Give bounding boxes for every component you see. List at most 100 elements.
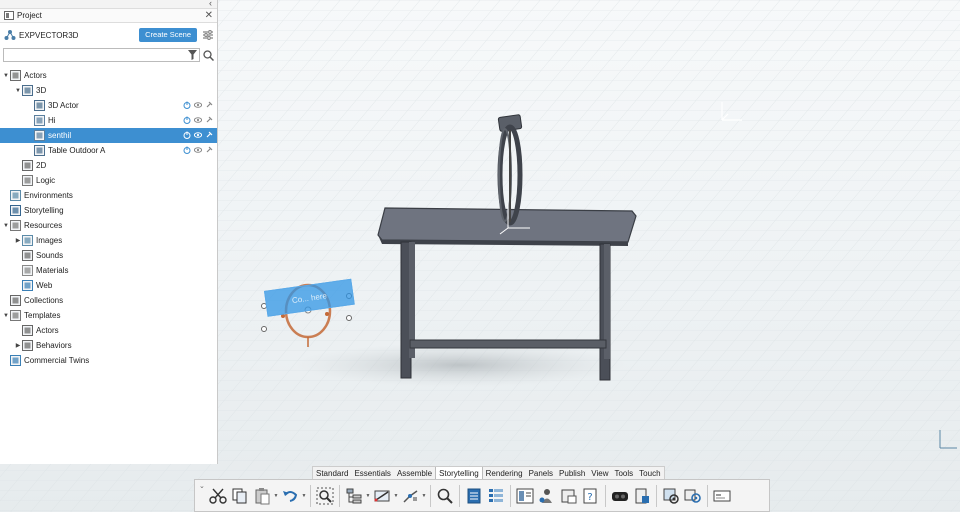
collapse-chevron-icon[interactable]: ▶ [14, 342, 22, 349]
vr-button[interactable] [609, 484, 631, 508]
tree-node-label: Web [36, 281, 53, 290]
search-icon[interactable] [203, 49, 214, 61]
tree-node[interactable]: Environments [0, 188, 217, 203]
search-tool-button[interactable] [434, 484, 456, 508]
slide-button[interactable] [514, 484, 536, 508]
tree-node[interactable]: Actors [0, 323, 217, 338]
tree-node-label: Materials [36, 266, 69, 275]
filter-icon[interactable] [188, 50, 197, 60]
toolbar-chevron-icon[interactable]: ⌄ [199, 482, 207, 490]
tab-rendering[interactable]: Rendering [483, 467, 526, 479]
ribbon-tab-bar: Standard Essentials Assemble Storytelling Re… [312, 466, 665, 479]
tree-node[interactable]: 3D Actor [0, 98, 217, 113]
tree-node[interactable]: ▼ Resources [0, 218, 217, 233]
tree-node[interactable]: ▼ Actors [0, 68, 217, 83]
expand-chevron-icon[interactable]: ▼ [2, 223, 10, 229]
tree-node[interactable]: ▶ Images [0, 233, 217, 248]
tree-node[interactable]: Commercial Twins [0, 353, 217, 368]
pin-icon[interactable] [205, 146, 213, 154]
tab-publish[interactable]: Publish [556, 467, 588, 479]
tree-node[interactable]: Collections [0, 293, 217, 308]
expand-chevron-icon[interactable]: ▼ [14, 88, 22, 94]
expand-chevron-icon[interactable]: ▼ [2, 73, 10, 79]
undo-dropdown-icon[interactable]: ▼ [301, 484, 307, 508]
svg-text:?: ? [587, 492, 592, 503]
tab-panels[interactable]: Panels [526, 467, 556, 479]
panel-header: Project ✕ [0, 9, 217, 23]
search-input[interactable] [4, 49, 184, 61]
tree-node-label: Templates [24, 311, 61, 320]
storyboard-button[interactable] [463, 484, 485, 508]
panel-collapse-bar[interactable]: ‹ [0, 0, 217, 9]
pin-icon[interactable] [205, 116, 213, 124]
materials-icon [22, 265, 33, 276]
collapse-chevron-icon[interactable]: ‹ [209, 0, 212, 8]
hierarchy-button[interactable] [343, 484, 365, 508]
zoom-fit-button[interactable] [314, 484, 336, 508]
close-icon[interactable]: ✕ [205, 10, 213, 21]
settings-sliders-icon[interactable] [203, 30, 213, 40]
behaviors-button[interactable] [682, 484, 704, 508]
tree-node[interactable]: Materials [0, 263, 217, 278]
tree-node[interactable]: ▶ Behaviors [0, 338, 217, 353]
tab-essentials[interactable]: Essentials [351, 467, 393, 479]
tab-touch[interactable]: Touch [636, 467, 663, 479]
transform-dropdown-icon[interactable]: ▼ [421, 484, 427, 508]
power-icon[interactable] [183, 146, 191, 154]
scenario-button[interactable] [485, 484, 507, 508]
tree-node[interactable]: Logic [0, 173, 217, 188]
templates-icon [10, 310, 21, 321]
pin-icon[interactable] [205, 101, 213, 109]
transform-button[interactable] [399, 484, 421, 508]
tree-node[interactable]: ▼ 3D [0, 83, 217, 98]
pin-icon[interactable] [205, 131, 213, 139]
visibility-eye-icon[interactable] [193, 101, 203, 109]
text-box-icon [713, 490, 731, 501]
paste-button[interactable] [251, 484, 273, 508]
help-button[interactable]: ? [580, 484, 602, 508]
visibility-eye-icon[interactable] [193, 146, 203, 154]
tree-node-label: Actors [24, 71, 47, 80]
transform-icon [403, 489, 418, 503]
tab-assemble[interactable]: Assemble [394, 467, 435, 479]
undo-icon [283, 490, 298, 502]
tree-node[interactable]: Web [0, 278, 217, 293]
capture-button[interactable] [558, 484, 580, 508]
tab-view[interactable]: View [588, 467, 611, 479]
collapse-chevron-icon[interactable]: ▶ [14, 237, 22, 244]
device-button[interactable] [631, 484, 653, 508]
node-actions [183, 101, 213, 109]
tab-storytelling[interactable]: Storytelling [435, 467, 483, 479]
tree-node[interactable]: 2D [0, 158, 217, 173]
tree-node-label: Images [36, 236, 63, 245]
power-icon[interactable] [183, 101, 191, 109]
tree-node[interactable]: Sounds [0, 248, 217, 263]
undo-button[interactable] [279, 484, 301, 508]
visibility-eye-icon[interactable] [193, 131, 203, 139]
tree-node[interactable]: senthil [0, 128, 217, 143]
measure-icon [374, 490, 390, 501]
tab-standard[interactable]: Standard [313, 467, 351, 479]
scene-settings-button[interactable] [660, 484, 682, 508]
tree-node-label: Sounds [36, 251, 64, 260]
power-icon[interactable] [183, 116, 191, 124]
tree-node[interactable]: ▼ Templates [0, 308, 217, 323]
label-actor-icon [34, 130, 45, 141]
tree-node-label: 2D [36, 161, 47, 170]
behaviors-icon [22, 340, 33, 351]
measure-button[interactable] [371, 484, 393, 508]
project-tree: ▼ Actors ▼ 3D 3D Actor Hi senthil Table Outdoor… [0, 68, 217, 368]
visibility-eye-icon[interactable] [193, 116, 203, 124]
search-row [0, 47, 217, 63]
tree-node[interactable]: Storytelling [0, 203, 217, 218]
tab-tools[interactable]: Tools [611, 467, 636, 479]
copy-button[interactable] [229, 484, 251, 508]
create-scene-button[interactable]: Create Scene [139, 28, 197, 42]
tree-node[interactable]: Hi [0, 113, 217, 128]
tree-node[interactable]: Table Outdoor A [0, 143, 217, 158]
power-icon[interactable] [183, 131, 191, 139]
text-actor-button[interactable] [711, 484, 733, 508]
actor-animation-button[interactable] [536, 484, 558, 508]
expand-chevron-icon[interactable]: ▼ [2, 313, 10, 319]
cut-button[interactable] [207, 484, 229, 508]
